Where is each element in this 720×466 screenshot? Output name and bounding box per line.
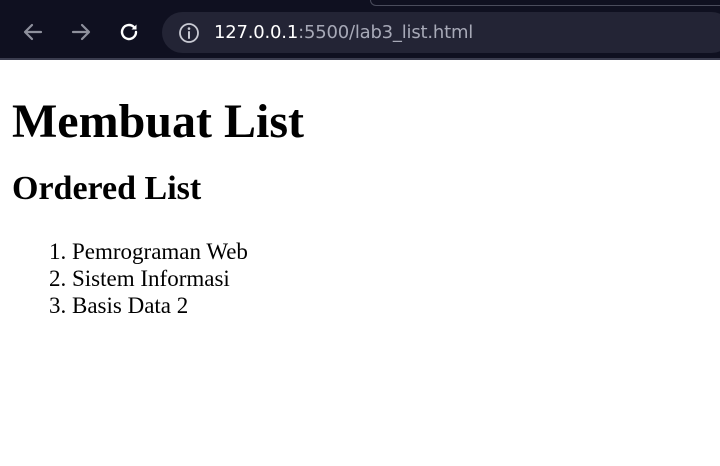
forward-button[interactable]	[68, 19, 94, 45]
arrow-left-icon	[23, 23, 43, 41]
url-path: :5500/lab3_list.html	[298, 22, 474, 43]
page-title: Membuat List	[12, 95, 304, 148]
page-content: Membuat List Ordered List Pemrograman We…	[0, 90, 720, 319]
reload-icon	[120, 23, 138, 41]
tab-strip-edge	[370, 0, 720, 6]
url-host: 127.0.0.1	[214, 22, 299, 43]
list-item: Basis Data 2	[72, 292, 708, 319]
section-heading: Ordered List	[12, 170, 202, 207]
list-item: Pemrograman Web	[72, 238, 708, 265]
ordered-list: Pemrograman Web Sistem Informasi Basis D…	[12, 238, 708, 319]
back-button[interactable]	[20, 19, 46, 45]
arrow-right-icon	[71, 23, 91, 41]
url-text[interactable]: 127.0.0.1:5500/lab3_list.html	[214, 22, 473, 43]
reload-button[interactable]	[116, 19, 142, 45]
browser-toolbar: 127.0.0.1:5500/lab3_list.html	[0, 0, 720, 60]
list-item: Sistem Informasi	[72, 265, 708, 292]
info-icon[interactable]	[178, 22, 200, 44]
address-bar[interactable]: 127.0.0.1:5500/lab3_list.html	[162, 12, 720, 53]
